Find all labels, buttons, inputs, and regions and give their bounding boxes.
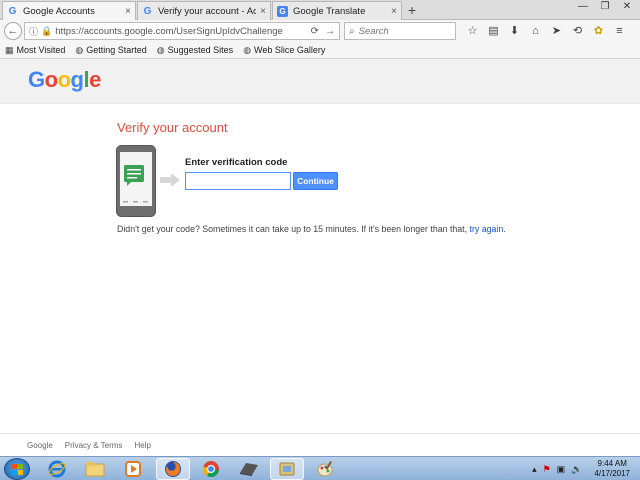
media-player-icon[interactable] <box>116 458 150 480</box>
maximize-button[interactable]: ❐ <box>594 0 616 14</box>
try-again-link[interactable]: try again <box>470 224 504 234</box>
tab-title: Verify your account - Acco... <box>158 5 257 17</box>
bookmark-label: Web Slice Gallery <box>254 45 326 55</box>
reload-icon[interactable]: ⟳ <box>311 26 319 37</box>
new-tab-button[interactable]: + <box>403 2 421 18</box>
close-tab-icon[interactable]: × <box>260 6 266 17</box>
close-tab-icon[interactable]: × <box>125 6 131 17</box>
volume-icon[interactable]: 🔈 <box>571 464 582 475</box>
active-app-icon[interactable] <box>270 458 304 480</box>
globe-icon: ◍ <box>243 44 252 55</box>
navigation-bar: ← ⓘ 🔒 https://accounts.google.com/UserSi… <box>0 20 640 42</box>
clock-time: 9:44 AM <box>597 459 627 468</box>
logo-letter: g <box>70 67 84 92</box>
globe-icon: ◍ <box>156 44 165 55</box>
search-input[interactable] <box>358 25 449 37</box>
bookmark-icon: ▦ <box>5 44 14 55</box>
url-text[interactable]: https://accounts.google.com/UserSignUpId… <box>55 26 306 37</box>
globe-icon: ◍ <box>75 44 84 55</box>
clock[interactable]: 9:44 AM 4/17/2017 <box>594 459 630 479</box>
translate-favicon-icon: G <box>277 5 288 17</box>
phone-illustration-icon <box>116 145 156 217</box>
tab-verify-account[interactable]: G Verify your account - Acco... × <box>137 1 271 20</box>
verification-code-label: Enter verification code <box>185 157 288 168</box>
footer-privacy-terms-link[interactable]: Privacy & Terms <box>65 441 123 450</box>
sync-icon[interactable]: ⟲ <box>567 23 588 39</box>
bookmark-getting-started[interactable]: ◍ Getting Started <box>75 45 146 56</box>
firefox-icon[interactable] <box>156 458 190 480</box>
file-explorer-icon[interactable] <box>78 458 112 480</box>
tab-google-translate[interactable]: G Google Translate × <box>272 1 402 20</box>
bookmark-suggested-sites[interactable]: ◍ Suggested Sites <box>157 45 233 56</box>
help-period: . <box>503 224 506 234</box>
chrome-icon[interactable] <box>194 458 228 480</box>
address-bar[interactable]: ⓘ 🔒 https://accounts.google.com/UserSign… <box>24 22 340 40</box>
go-arrow-icon[interactable]: → <box>325 26 335 37</box>
home-icon[interactable]: ⌂ <box>525 23 546 39</box>
google-favicon-icon: G <box>143 5 152 17</box>
windows-taskbar: ▴ ⚑ ▣ 🔈 9:44 AM 4/17/2017 <box>0 456 640 480</box>
bookmark-most-visited[interactable]: ▦ Most Visited <box>5 45 65 56</box>
bookmark-label: Most Visited <box>16 45 66 55</box>
google-header: Google <box>0 59 640 104</box>
start-button[interactable] <box>4 458 30 480</box>
scanner-app-icon[interactable] <box>232 458 266 480</box>
continue-button[interactable]: Continue <box>293 172 338 190</box>
close-tab-icon[interactable]: × <box>391 6 397 17</box>
download-icon[interactable]: ⬇ <box>504 23 525 39</box>
google-logo[interactable]: Google <box>28 67 101 93</box>
footer-google-link[interactable]: Google <box>27 441 53 450</box>
clock-date: 4/17/2017 <box>594 469 630 478</box>
send-icon[interactable]: ➤ <box>546 23 567 39</box>
close-window-button[interactable]: ✕ <box>616 0 638 14</box>
windows-logo-icon <box>12 464 23 475</box>
bookmark-web-slice-gallery[interactable]: ◍ Web Slice Gallery <box>243 45 325 56</box>
bookmark-label: Suggested Sites <box>167 45 234 55</box>
help-text: Didn't get your code? Sometimes it can t… <box>117 224 506 234</box>
minimize-button[interactable]: — <box>572 0 594 14</box>
lock-icon: 🔒 <box>41 25 53 36</box>
logo-letter: o <box>44 67 58 92</box>
search-icon: ⌕ <box>349 25 355 37</box>
extension-icon[interactable]: ✿ <box>588 23 609 39</box>
window-controls: — ❐ ✕ <box>572 0 638 14</box>
menu-icon[interactable]: ≡ <box>609 23 630 39</box>
bookmark-star-icon[interactable]: ☆ <box>462 23 483 39</box>
verification-code-input[interactable] <box>185 172 291 190</box>
tab-google-accounts[interactable]: G Google Accounts × <box>2 1 136 21</box>
logo-letter: o <box>57 67 71 92</box>
info-icon[interactable]: ⓘ <box>29 25 38 38</box>
internet-explorer-icon[interactable] <box>40 458 74 480</box>
action-center-icon[interactable]: ⚑ <box>543 464 551 475</box>
paint-app-icon[interactable] <box>308 458 342 480</box>
tab-title: Google Translate <box>293 5 366 17</box>
show-hidden-icons-icon[interactable]: ▴ <box>532 464 537 475</box>
back-button[interactable]: ← <box>4 22 22 40</box>
search-bar[interactable]: ⌕ <box>344 22 456 40</box>
page-title: Verify your account <box>117 120 228 135</box>
google-favicon-icon: G <box>8 6 17 17</box>
system-tray: ▴ ⚑ ▣ 🔈 9:44 AM 4/17/2017 <box>526 459 630 479</box>
footer-help-link[interactable]: Help <box>134 441 150 450</box>
arrow-right-icon <box>160 173 180 187</box>
logo-letter: e <box>89 67 101 92</box>
toolbar-icons: ☆ ▤ ⬇ ⌂ ➤ ⟲ ✿ ≡ <box>462 23 630 39</box>
logo-letter: G <box>28 67 45 92</box>
bookmark-label: Getting Started <box>86 45 147 55</box>
reading-list-icon[interactable]: ▤ <box>483 23 504 39</box>
help-message: Didn't get your code? Sometimes it can t… <box>117 224 470 234</box>
bookmarks-bar: ▦ Most Visited ◍ Getting Started ◍ Sugge… <box>0 42 640 59</box>
tab-title: Google Accounts <box>23 6 95 17</box>
tab-bar: G Google Accounts × G Verify your accoun… <box>0 0 640 21</box>
network-icon[interactable]: ▣ <box>557 464 566 475</box>
page-footer: Google Privacy & Terms Help <box>0 433 640 456</box>
